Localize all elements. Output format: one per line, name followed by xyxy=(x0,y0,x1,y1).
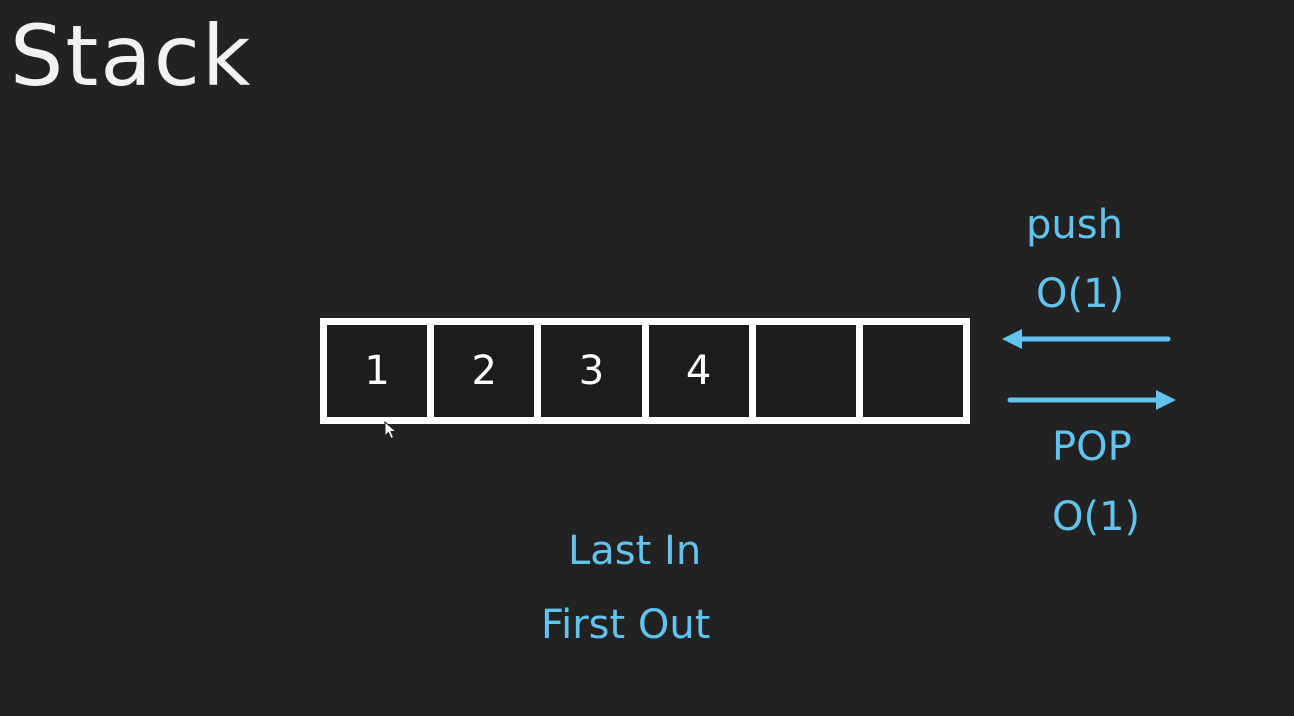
stack-array: 1 2 3 4 xyxy=(320,318,970,424)
stack-cell-2: 2 xyxy=(434,325,542,417)
lifo-line-first-out: First Out xyxy=(541,602,711,648)
lifo-line-last-in: Last In xyxy=(568,528,702,574)
stack-cell-4: 4 xyxy=(649,325,756,417)
push-complexity: O(1) xyxy=(1036,271,1125,317)
arrow-right-icon xyxy=(1007,390,1176,410)
push-label: push xyxy=(1026,202,1123,248)
stack-diagram: Stack 1 2 3 4 push O(1) POP O(1) Last In… xyxy=(0,0,1294,716)
arrow-left-icon xyxy=(1002,329,1171,349)
pop-complexity: O(1) xyxy=(1052,494,1141,540)
mouse-cursor-icon xyxy=(384,421,398,440)
stack-cell-6 xyxy=(863,325,963,417)
pop-label: POP xyxy=(1052,424,1132,470)
page-title: Stack xyxy=(10,7,253,105)
stack-cell-5 xyxy=(756,325,863,417)
stack-cell-3: 3 xyxy=(541,325,649,417)
stack-cell-1: 1 xyxy=(327,325,435,417)
